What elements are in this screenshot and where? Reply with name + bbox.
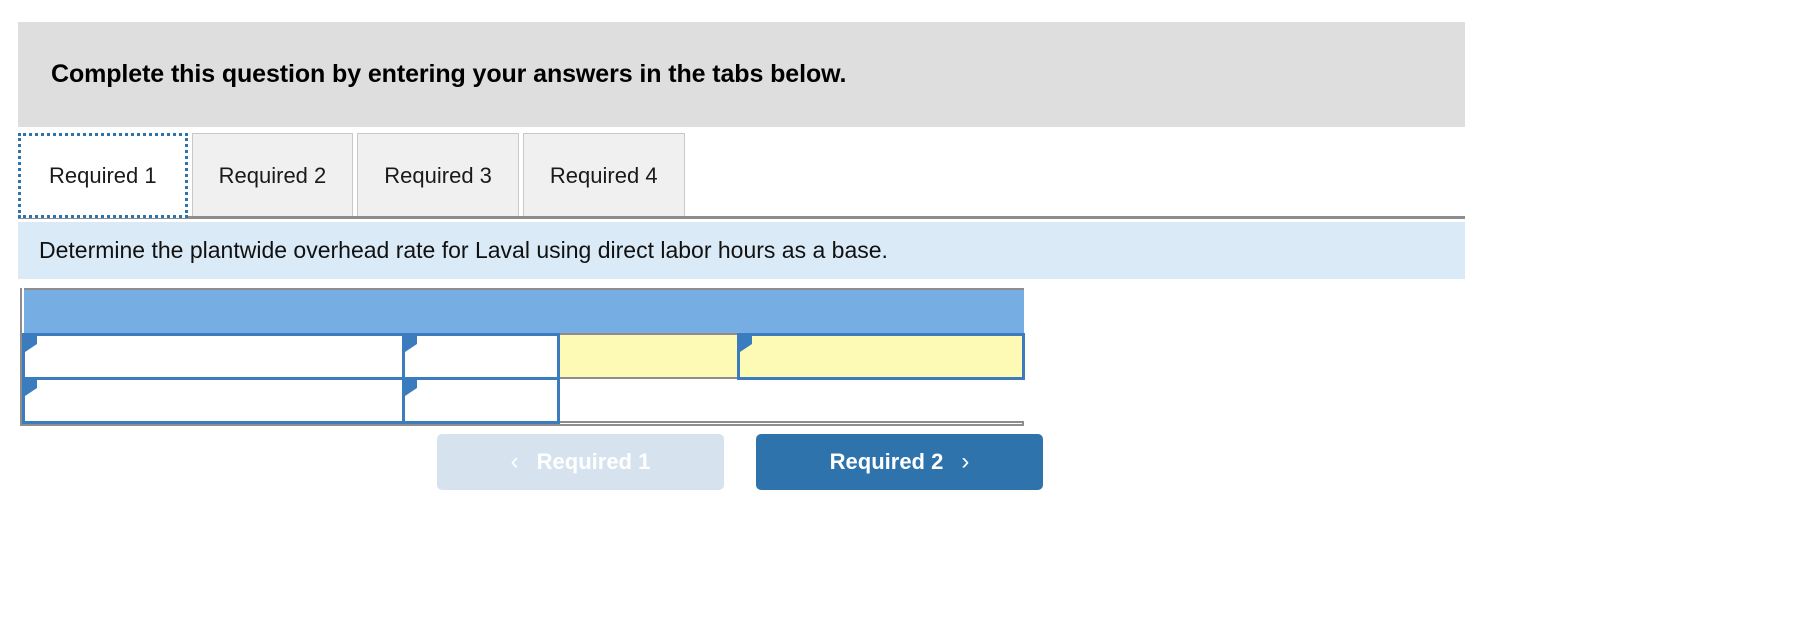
table-row: [22, 376, 1024, 424]
cell-r1c4-input[interactable]: [740, 335, 1022, 377]
table-row: [22, 332, 1025, 380]
cell-r2c2-editable[interactable]: [402, 376, 560, 424]
cell-r1c2-editable[interactable]: [402, 332, 560, 380]
required-tabs: Required 1 Required 2 Required 3 Require…: [18, 133, 689, 218]
cell-r2c2-input[interactable]: [405, 379, 557, 421]
table-header-cell-4: [738, 288, 1024, 335]
tab-required-3[interactable]: Required 3: [357, 133, 519, 218]
cell-r1c2-input[interactable]: [405, 335, 557, 377]
cell-r1c3-readonly: [557, 333, 740, 379]
cell-r1c3-value: [560, 335, 737, 377]
prev-required-button[interactable]: ‹ Required 1: [437, 434, 724, 490]
instruction-text: Determine the plantwide overhead rate fo…: [39, 237, 888, 263]
chevron-right-icon: ›: [961, 448, 970, 475]
prev-required-label: Required 1: [536, 449, 651, 474]
cell-r2c1-editable[interactable]: [22, 376, 405, 424]
cell-r1c4-editable[interactable]: [737, 332, 1025, 380]
table-header-row: [23, 288, 1024, 335]
tab-required-4[interactable]: Required 4: [522, 133, 685, 218]
tab-required-3-label: Required 3: [384, 163, 492, 188]
cell-r2c1-input[interactable]: [25, 379, 402, 421]
instruction-bar: Determine the plantwide overhead rate fo…: [18, 222, 1465, 279]
cell-r1c1-editable[interactable]: [22, 332, 405, 380]
tab-required-2[interactable]: Required 2: [191, 133, 354, 218]
next-required-label: Required 2: [829, 449, 944, 474]
tab-required-1[interactable]: Required 1: [18, 133, 188, 218]
table-header-cell-1: [23, 288, 404, 335]
tab-required-2-label: Required 2: [218, 163, 327, 188]
next-required-button[interactable]: Required 2 ›: [756, 434, 1043, 490]
tab-required-1-label: Required 1: [49, 162, 157, 188]
question-banner-text: Complete this question by entering your …: [51, 60, 847, 88]
answer-table: [20, 288, 1025, 426]
cell-r2c3-merged-blank: [557, 377, 1024, 423]
tab-required-4-label: Required 4: [549, 163, 658, 188]
question-banner: Complete this question by entering your …: [18, 22, 1465, 127]
table-header-cell-2: [403, 288, 559, 335]
tab-navigation: ‹ Required 1 Required 2 ›: [437, 434, 1043, 490]
tabstrip-divider: [18, 216, 1465, 219]
table-header-cell-3: [558, 288, 739, 335]
cell-r1c1-input[interactable]: [25, 335, 402, 377]
chevron-left-icon: ‹: [510, 448, 519, 475]
cell-r2c3-value: [560, 380, 1024, 422]
